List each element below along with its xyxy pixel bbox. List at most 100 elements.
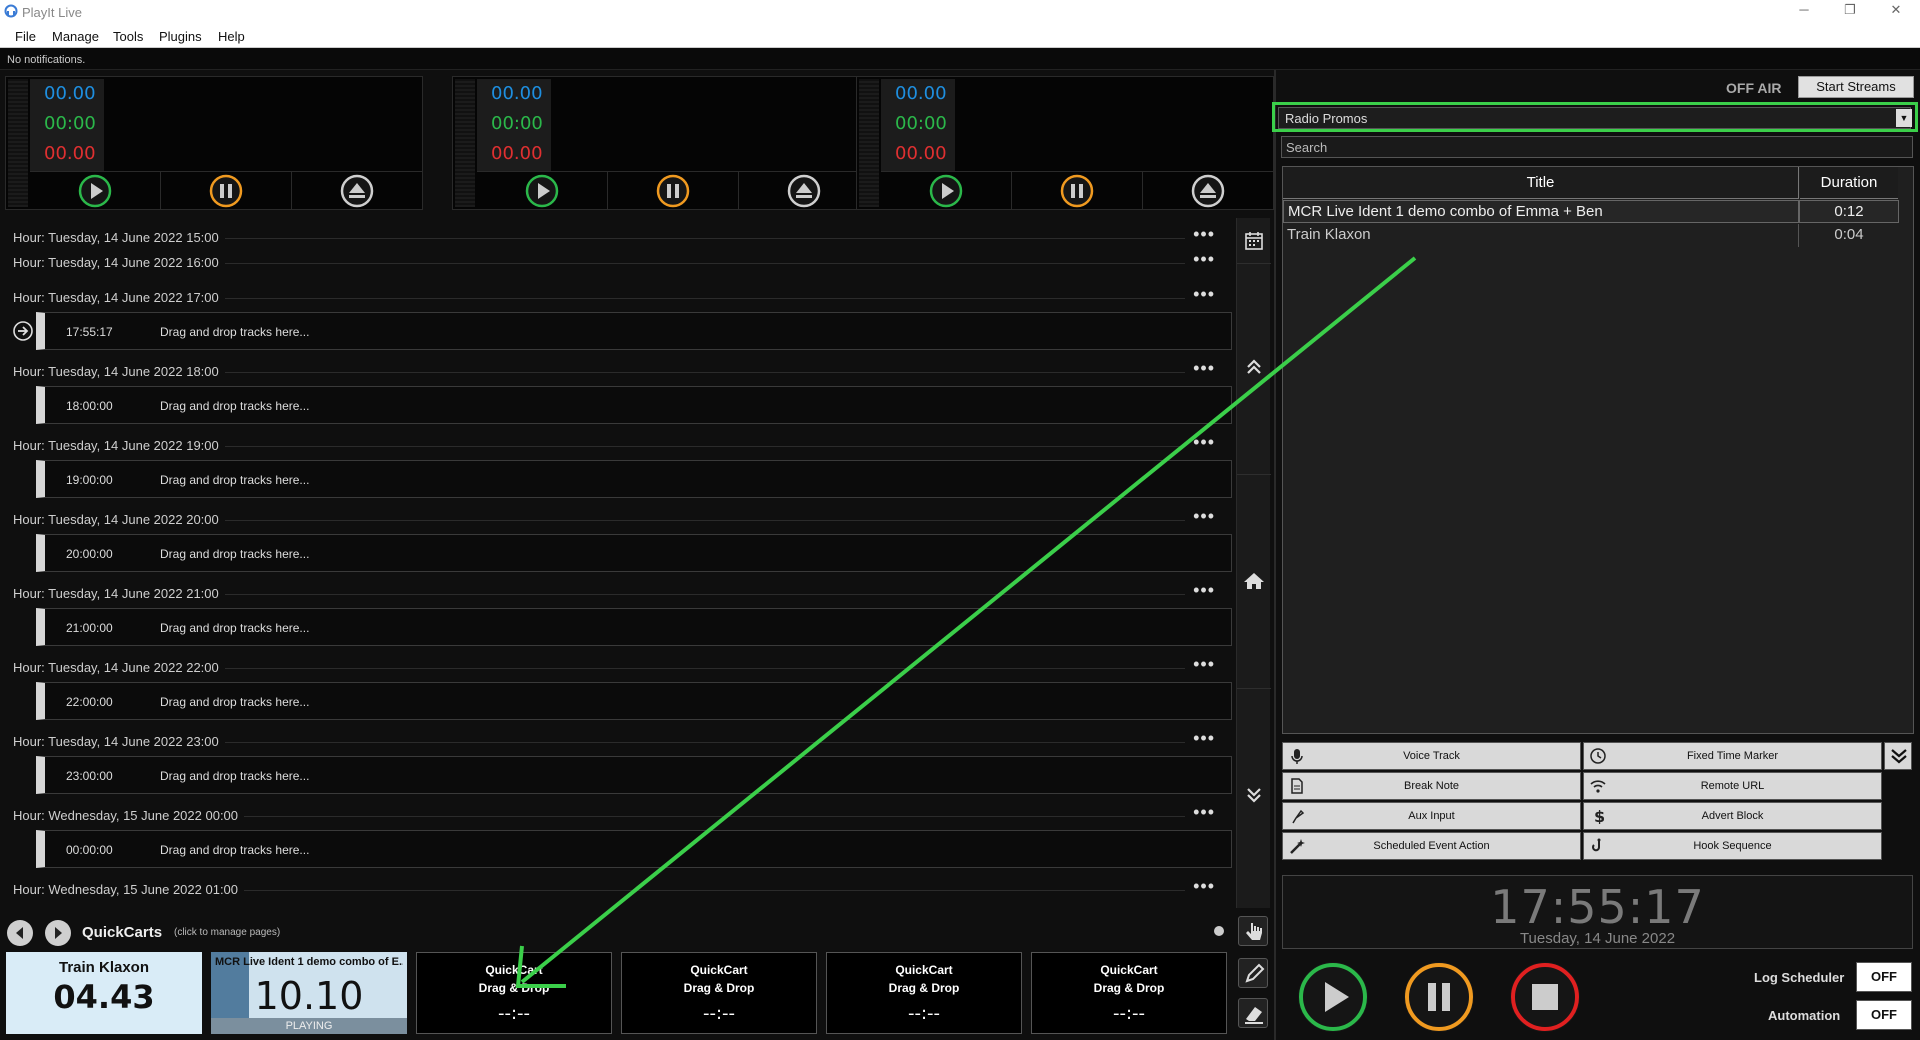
log-hour-header[interactable]: Hour: Tuesday, 14 June 2022 16:00 ••• <box>9 249 1229 273</box>
more-options-icon[interactable]: ••• <box>1193 580 1215 601</box>
more-options-icon[interactable]: ••• <box>1193 284 1215 305</box>
row-duration: 0:04 <box>1834 226 1864 243</box>
cart-tool-button[interactable] <box>1238 916 1268 946</box>
log-drop-slot[interactable]: 17:55:17 Drag and drop tracks here... <box>36 312 1232 350</box>
more-options-icon[interactable]: ••• <box>1193 728 1215 749</box>
more-options-icon[interactable]: ••• <box>1193 654 1215 675</box>
menu-manage[interactable]: Manage <box>52 29 99 44</box>
hour-label: Hour: Tuesday, 14 June 2022 20:00 <box>13 512 225 527</box>
quickcart-5[interactable]: QuickCart Drag & Drop --:-- <box>826 952 1022 1034</box>
quickcarts-next-button[interactable] <box>45 920 71 946</box>
log-hour-header[interactable]: Hour: Wednesday, 15 June 2022 00:00 ••• <box>9 802 1229 826</box>
log-drop-slot[interactable]: 20:00:00 Drag and drop tracks here... <box>36 534 1232 572</box>
main-pause-button[interactable] <box>1404 962 1474 1032</box>
collapse-actions-button[interactable] <box>1884 742 1912 770</box>
page-indicator-dot <box>1214 926 1224 936</box>
log-hour-header[interactable]: Hour: Wednesday, 15 June 2022 01:00 ••• <box>9 876 1229 900</box>
log-hour-header[interactable]: Hour: Tuesday, 14 June 2022 18:00 ••• <box>9 358 1229 382</box>
more-options-icon[interactable]: ••• <box>1193 358 1215 379</box>
action-remote-url-button[interactable]: Remote URL <box>1583 772 1882 800</box>
action-break-note-button[interactable]: Break Note <box>1282 772 1581 800</box>
restore-button[interactable]: ❐ <box>1830 2 1870 22</box>
start-streams-button[interactable]: Start Streams <box>1798 76 1914 98</box>
action-fixed-time-marker-button[interactable]: Fixed Time Marker <box>1583 742 1882 770</box>
row-duration: 0:12 <box>1799 200 1899 223</box>
action-hook-sequence-button[interactable]: Hook Sequence <box>1583 832 1882 860</box>
eraser-icon <box>1245 1007 1263 1024</box>
player-eject-button[interactable] <box>739 172 869 209</box>
log-drop-slot[interactable]: 23:00:00 Drag and drop tracks here... <box>36 756 1232 794</box>
log-hour-header[interactable]: Hour: Tuesday, 14 June 2022 21:00 ••• <box>9 580 1229 604</box>
column-title[interactable]: Title <box>1283 167 1799 199</box>
hour-label: Hour: Wednesday, 15 June 2022 01:00 <box>13 882 245 897</box>
log-hour-header[interactable]: Hour: Tuesday, 14 June 2022 23:00 ••• <box>9 728 1229 752</box>
quickcart-3[interactable]: QuickCart Drag & Drop --:-- <box>416 952 612 1034</box>
quickcarts-prev-button[interactable] <box>7 920 33 946</box>
chevron-down-icon[interactable]: ▼ <box>1896 109 1912 127</box>
main-play-button[interactable] <box>1298 962 1368 1032</box>
quickcart-2[interactable]: MCR Live Ident 1 demo combo of E... 10.10… <box>211 952 407 1034</box>
action-scheduled-event-action-button[interactable]: Scheduled Event Action <box>1282 832 1581 860</box>
player-pause-button[interactable] <box>608 172 739 209</box>
more-options-icon[interactable]: ••• <box>1193 876 1215 897</box>
player-play-button[interactable] <box>881 172 1012 209</box>
quickcart-1[interactable]: Train Klaxon 04.43 <box>6 952 202 1034</box>
remaining-time: 00.00 <box>491 83 543 104</box>
log-drop-slot[interactable]: 18:00:00 Drag and drop tracks here... <box>36 386 1232 424</box>
more-options-icon[interactable]: ••• <box>1193 802 1215 823</box>
log-scheduler-toggle[interactable]: OFF <box>1856 962 1912 992</box>
log-hour-header[interactable]: Hour: Tuesday, 14 June 2022 19:00 ••• <box>9 432 1229 456</box>
more-options-icon[interactable]: ••• <box>1193 506 1215 527</box>
log-hour-header[interactable]: Hour: Tuesday, 14 June 2022 20:00 ••• <box>9 506 1229 530</box>
log-hour-header[interactable]: Hour: Tuesday, 14 June 2022 17:00 ••• <box>9 284 1229 308</box>
playlist-select[interactable]: Radio Promos <box>1278 107 1911 129</box>
cart-edit-button[interactable] <box>1238 958 1268 988</box>
log-drop-slot[interactable]: 19:00:00 Drag and drop tracks here... <box>36 460 1232 498</box>
table-row[interactable]: Train Klaxon 0:04 <box>1283 224 1913 247</box>
action-voice-track-button[interactable]: Voice Track <box>1282 742 1581 770</box>
pause-icon <box>1060 174 1094 207</box>
log-drop-slot[interactable]: 00:00:00 Drag and drop tracks here... <box>36 830 1232 868</box>
cart-erase-button[interactable] <box>1238 998 1268 1028</box>
quickcarts-label[interactable]: QuickCarts <box>82 924 162 941</box>
minimize-button[interactable]: ─ <box>1784 2 1824 22</box>
more-options-icon[interactable]: ••• <box>1193 224 1215 245</box>
scroll-top-icon[interactable] <box>1241 354 1267 380</box>
log-pane[interactable]: Hour: Tuesday, 14 June 2022 15:00 ••• Hour… <box>4 218 1234 908</box>
main-stop-button[interactable] <box>1510 962 1580 1032</box>
scroll-bottom-icon[interactable] <box>1241 782 1267 808</box>
quickcarts-hint[interactable]: (click to manage pages) <box>174 927 280 938</box>
log-drop-slot[interactable]: 21:00:00 Drag and drop tracks here... <box>36 608 1232 646</box>
log-hour-header[interactable]: Hour: Tuesday, 14 June 2022 15:00 ••• <box>9 224 1229 248</box>
automation-toggle[interactable]: OFF <box>1856 1000 1912 1030</box>
player-eject-button[interactable] <box>1143 172 1273 209</box>
player-play-button[interactable] <box>477 172 608 209</box>
action-advert-block-button[interactable]: $ Advert Block <box>1583 802 1882 830</box>
player-pause-button[interactable] <box>1012 172 1143 209</box>
player-pause-button[interactable] <box>161 172 292 209</box>
slot-placeholder: Drag and drop tracks here... <box>160 547 310 561</box>
menu-tools[interactable]: Tools <box>113 29 143 44</box>
table-row[interactable]: MCR Live Ident 1 demo combo of Emma + Be… <box>1283 200 1913 223</box>
home-icon[interactable] <box>1241 568 1267 594</box>
player-controls <box>477 171 869 209</box>
menu-plugins[interactable]: Plugins <box>159 29 202 44</box>
hour-label: Hour: Tuesday, 14 June 2022 17:00 <box>13 290 225 305</box>
close-button[interactable]: ✕ <box>1876 2 1916 22</box>
quickcart-4[interactable]: QuickCart Drag & Drop --:-- <box>621 952 817 1034</box>
quickcart-6[interactable]: QuickCart Drag & Drop --:-- <box>1031 952 1227 1034</box>
cart-line1: QuickCart <box>485 963 543 977</box>
menu-file[interactable]: File <box>15 29 36 44</box>
player-play-button[interactable] <box>30 172 161 209</box>
menu-help[interactable]: Help <box>218 29 245 44</box>
more-options-icon[interactable]: ••• <box>1193 432 1215 453</box>
log-hour-header[interactable]: Hour: Tuesday, 14 June 2022 22:00 ••• <box>9 654 1229 678</box>
calendar-icon[interactable] <box>1241 228 1267 254</box>
log-drop-slot[interactable]: 22:00:00 Drag and drop tracks here... <box>36 682 1232 720</box>
column-duration[interactable]: Duration <box>1800 167 1898 199</box>
search-input[interactable] <box>1281 136 1913 158</box>
play-icon <box>78 174 112 207</box>
player-eject-button[interactable] <box>292 172 422 209</box>
more-options-icon[interactable]: ••• <box>1193 249 1215 270</box>
action-aux-input-button[interactable]: Aux Input <box>1282 802 1581 830</box>
